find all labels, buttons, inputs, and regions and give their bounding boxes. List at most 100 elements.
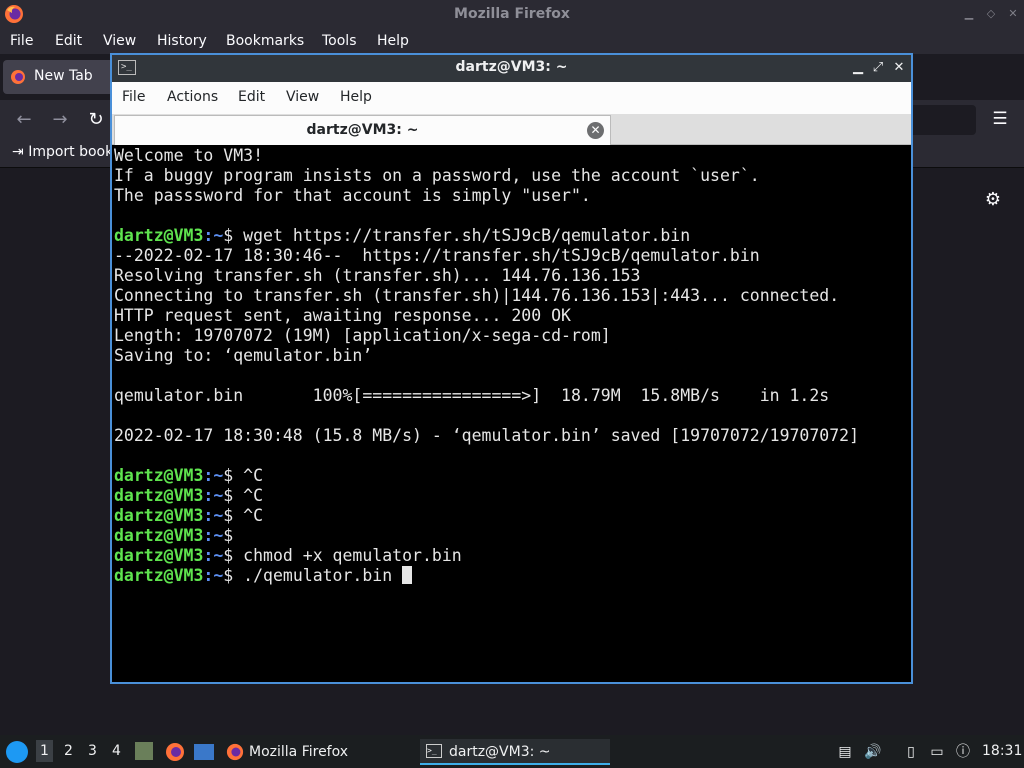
- terminal-prompt-line: dartz@VM3:~$ chmod +x qemulator.bin: [114, 546, 462, 566]
- prompt-user: dartz@VM3: [114, 546, 204, 565]
- prompt-symbol: $: [223, 526, 244, 545]
- prompt-path: :~: [203, 506, 224, 525]
- restore-icon[interactable]: ⤢: [870, 59, 886, 77]
- firefox-menubar: File Edit View History Bookmarks Tools H…: [0, 29, 1024, 54]
- forward-arrow-icon[interactable]: →: [49, 109, 71, 131]
- terminal-tabbar: dartz@VM3: ~ ✕: [112, 114, 911, 145]
- terminal-prompt-line: dartz@VM3:~$: [114, 526, 243, 546]
- terminal-menu-view[interactable]: View: [286, 89, 319, 105]
- show-desktop-icon[interactable]: [194, 744, 214, 760]
- terminal-output-line: HTTP request sent, awaiting response... …: [114, 306, 571, 325]
- prompt-command: wget https://transfer.sh/tSJ9cB/qemulato…: [243, 226, 691, 245]
- back-arrow-icon[interactable]: ←: [13, 109, 35, 131]
- taskbar-app-label: dartz@VM3: ~: [449, 744, 551, 760]
- prompt-symbol: $: [223, 506, 244, 525]
- terminal-tab-label: dartz@VM3: ~: [306, 122, 419, 138]
- terminal-titlebar[interactable]: >_ dartz@VM3: ~ ▁ ⤢ ✕: [112, 55, 911, 82]
- terminal-output-line: The passsword for that account is simply…: [114, 186, 591, 205]
- reload-icon[interactable]: ↻: [85, 109, 107, 131]
- clipboard-icon[interactable]: ▤: [836, 743, 854, 761]
- terminal-tab[interactable]: dartz@VM3: ~ ✕: [114, 115, 611, 145]
- prompt-path: :~: [203, 526, 224, 545]
- workspace-1[interactable]: 1: [36, 740, 53, 762]
- notes-icon[interactable]: ▯: [902, 743, 920, 761]
- gear-icon[interactable]: ⚙: [983, 190, 1003, 210]
- application-launcher-icon[interactable]: [6, 741, 28, 763]
- firefox-menu-bookmarks[interactable]: Bookmarks: [226, 33, 304, 49]
- taskbar: 1 2 3 4 Mozilla Firefox >_ dartz@VM3: ~ …: [0, 735, 1024, 768]
- prompt-symbol: $: [223, 566, 244, 585]
- import-bookmarks-button[interactable]: ⇥ Import book: [12, 144, 113, 160]
- workspace-3[interactable]: 3: [88, 743, 97, 759]
- terminal-output-line: qemulator.bin 100%[================>] 18…: [114, 386, 830, 405]
- prompt-command: ^C: [243, 486, 264, 505]
- terminal-menu-actions[interactable]: Actions: [167, 89, 218, 105]
- prompt-user: dartz@VM3: [114, 526, 204, 545]
- terminal-prompt-line: dartz@VM3:~$ ^C: [114, 486, 263, 506]
- minimize-icon[interactable]: ▁: [962, 7, 976, 21]
- firefox-launcher-icon[interactable]: [165, 742, 185, 762]
- prompt-path: :~: [203, 566, 224, 585]
- prompt-path: :~: [203, 466, 224, 485]
- terminal-prompt-line: dartz@VM3:~$ ./qemulator.bin: [114, 566, 413, 586]
- prompt-command: ^C: [243, 506, 264, 525]
- firefox-menu-help[interactable]: Help: [377, 33, 409, 49]
- workspace-2[interactable]: 2: [64, 743, 73, 759]
- prompt-path: :~: [203, 546, 224, 565]
- prompt-user: dartz@VM3: [114, 506, 204, 525]
- terminal-output[interactable]: Welcome to VM3! If a buggy program insist…: [114, 146, 909, 682]
- prompt-user: dartz@VM3: [114, 486, 204, 505]
- prompt-command: chmod +x qemulator.bin: [243, 546, 462, 565]
- taskbar-app-label: Mozilla Firefox: [249, 744, 349, 760]
- clock: 18:31: [982, 743, 1023, 759]
- updates-icon[interactable]: ⓘ: [954, 743, 972, 761]
- prompt-user: dartz@VM3: [114, 226, 204, 245]
- minimize-icon[interactable]: ▁: [850, 59, 866, 77]
- volume-icon[interactable]: 🔊: [864, 743, 882, 761]
- prompt-path: :~: [203, 486, 224, 505]
- firefox-tab-new-tab[interactable]: New Tab: [3, 60, 121, 94]
- close-tab-icon[interactable]: ✕: [587, 122, 604, 139]
- terminal-window-title: dartz@VM3: ~: [455, 59, 568, 75]
- firefox-menu-view[interactable]: View: [103, 33, 136, 49]
- prompt-symbol: $: [223, 466, 244, 485]
- terminal-prompt-line: dartz@VM3:~$ ^C: [114, 466, 263, 486]
- terminal-menu-help[interactable]: Help: [340, 89, 372, 105]
- close-icon[interactable]: ✕: [891, 59, 907, 77]
- prompt-command: ./qemulator.bin: [243, 566, 403, 585]
- taskbar-app-terminal[interactable]: >_ dartz@VM3: ~: [420, 739, 610, 765]
- terminal-prompt-line: dartz@VM3:~$ wget https://transfer.sh/tS…: [114, 226, 690, 246]
- terminal-menu-file[interactable]: File: [122, 89, 145, 105]
- terminal-prompt-line: dartz@VM3:~$ ^C: [114, 506, 263, 526]
- terminal-output-line: Connecting to transfer.sh (transfer.sh)|…: [114, 286, 840, 305]
- file-manager-icon[interactable]: [135, 742, 153, 760]
- prompt-user: dartz@VM3: [114, 466, 204, 485]
- text-cursor: [402, 566, 413, 584]
- terminal-menubar: File Actions Edit View Help: [112, 82, 911, 114]
- terminal-window: >_ dartz@VM3: ~ ▁ ⤢ ✕ File Actions Edit …: [110, 53, 913, 684]
- terminal-output-line: 2022-02-17 18:30:48 (15.8 MB/s) - ‘qemul…: [114, 426, 860, 445]
- firefox-menu-file[interactable]: File: [10, 33, 33, 49]
- terminal-output-line: Welcome to VM3!: [114, 146, 264, 165]
- workspace-4[interactable]: 4: [112, 743, 121, 759]
- terminal-icon: >_: [426, 744, 442, 758]
- prompt-symbol: $: [223, 226, 244, 245]
- prompt-command: ^C: [243, 466, 264, 485]
- terminal-menu-edit[interactable]: Edit: [238, 89, 265, 105]
- terminal-output-line: Saving to: ‘qemulator.bin’: [114, 346, 373, 365]
- terminal-output-line: Resolving transfer.sh (transfer.sh)... 1…: [114, 266, 641, 285]
- hamburger-menu-icon[interactable]: ☰: [990, 109, 1010, 129]
- firefox-tab-label: New Tab: [34, 68, 93, 84]
- firefox-menu-edit[interactable]: Edit: [55, 33, 82, 49]
- firefox-tab-icon: [11, 70, 25, 84]
- import-bookmarks-label: Import book: [28, 144, 114, 160]
- network-icon[interactable]: ▭: [928, 743, 946, 761]
- firefox-icon: [226, 743, 244, 761]
- terminal-output-line: If a buggy program insists on a password…: [114, 166, 760, 185]
- maximize-icon[interactable]: ◇: [984, 7, 998, 21]
- firefox-menu-history[interactable]: History: [157, 33, 207, 49]
- taskbar-app-firefox[interactable]: Mozilla Firefox: [222, 739, 412, 765]
- firefox-menu-tools[interactable]: Tools: [322, 33, 357, 49]
- firefox-titlebar: Mozilla Firefox ▁ ◇ ✕: [0, 0, 1024, 29]
- close-icon[interactable]: ✕: [1006, 7, 1020, 21]
